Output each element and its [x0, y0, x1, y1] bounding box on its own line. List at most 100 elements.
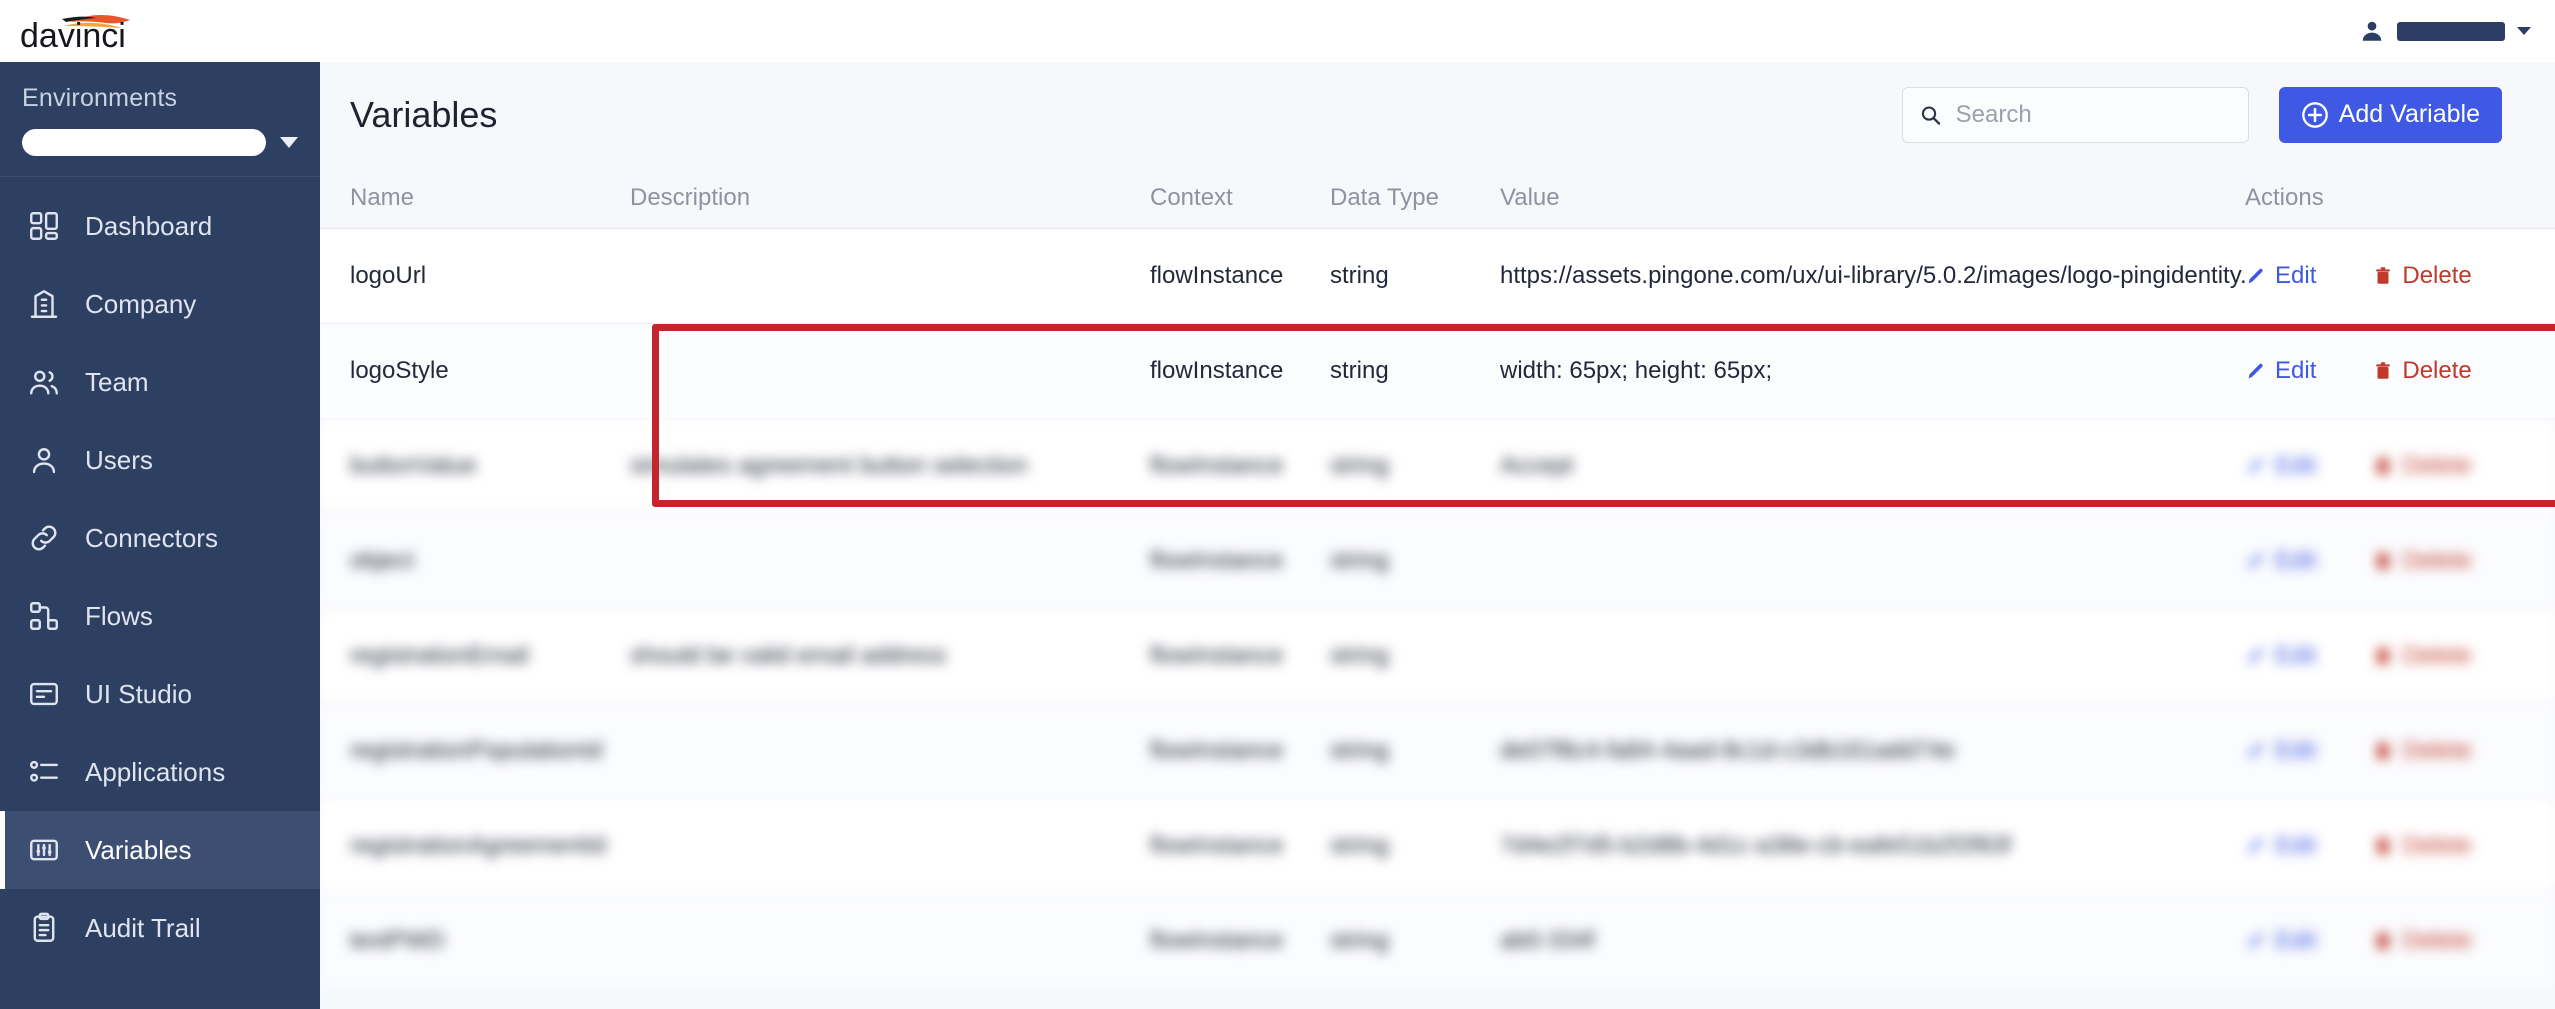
- sidebar-item-users[interactable]: Users: [0, 421, 320, 499]
- delete-label: Delete: [2402, 452, 2472, 479]
- delete-button[interactable]: Delete: [2372, 357, 2472, 385]
- sidebar-item-label: Company: [85, 288, 197, 319]
- column-header-context: Context: [1150, 183, 1233, 211]
- search-icon: [1921, 105, 1940, 125]
- cell-data-type: string: [1330, 927, 1389, 954]
- cell-actions: Edit Delete: [2245, 357, 2555, 385]
- trash-icon: [2376, 457, 2391, 474]
- trash-icon: [2376, 932, 2391, 949]
- chevron-down-icon[interactable]: [280, 137, 298, 148]
- cell-actions: Edit Delete: [2245, 832, 2555, 860]
- cell-data-type: string: [1330, 642, 1389, 669]
- cell-actions: Edit Delete: [2245, 642, 2555, 670]
- chevron-down-icon[interactable]: [2517, 27, 2531, 35]
- table-row[interactable]: registrationPopulationId flowInstance stri…: [320, 704, 2555, 799]
- sidebar-item-team[interactable]: Team: [0, 343, 320, 421]
- column-header-description: Description: [630, 183, 751, 211]
- cell-description: should be valid email address: [630, 642, 947, 669]
- cell-data-type: string: [1330, 832, 1389, 859]
- edit-button[interactable]: Edit: [2245, 357, 2316, 385]
- person-icon: [2362, 21, 2382, 41]
- search-input[interactable]: [1955, 100, 2232, 129]
- delete-label: Delete: [2402, 927, 2472, 954]
- sidebar-item-connectors[interactable]: Connectors: [0, 499, 320, 577]
- cell-context: flowInstance: [1150, 927, 1284, 954]
- pencil-icon: [2248, 933, 2263, 949]
- edit-label: Edit: [2275, 737, 2317, 764]
- edit-button[interactable]: Edit: [2245, 927, 2316, 955]
- sidebar-item-label: Users: [85, 444, 153, 475]
- table-row[interactable]: textPWD flowInstance string ab0-334f Edit Del…: [320, 894, 2555, 989]
- table-row[interactable]: registrationEmail should be valid email a…: [320, 609, 2555, 704]
- trash-icon: [2376, 837, 2391, 854]
- top-bar: davinci: [0, 0, 2555, 62]
- cell-name: logoStyle: [350, 357, 449, 384]
- environment-dropdown[interactable]: [22, 129, 266, 156]
- cell-name: registrationAgreementId: [350, 832, 607, 859]
- column-header-actions: Actions: [2245, 183, 2324, 211]
- edit-button[interactable]: Edit: [2245, 832, 2316, 860]
- column-header-data-type: Data Type: [1330, 183, 1439, 211]
- pencil-icon: [2248, 648, 2263, 664]
- delete-button[interactable]: Delete: [2372, 452, 2472, 480]
- pencil-icon: [2248, 838, 2263, 854]
- cell-context: flowInstance: [1150, 357, 1284, 384]
- delete-label: Delete: [2402, 262, 2472, 289]
- sidebar-item-flows[interactable]: Flows: [0, 577, 320, 655]
- cell-value: width: 65px; height: 65px;: [1500, 357, 1773, 384]
- table-row[interactable]: buttonValue simulates agreement button se…: [320, 419, 2555, 514]
- sidebar-item-company[interactable]: Company: [0, 265, 320, 343]
- sliders-icon: [30, 839, 58, 861]
- pencil-icon: [2248, 268, 2263, 284]
- edit-label: Edit: [2275, 642, 2317, 669]
- clipboard-icon: [33, 912, 55, 942]
- table-body: logoUrl flowInstance string https://assets.…: [320, 229, 2555, 989]
- trash-icon: [2376, 362, 2391, 379]
- table-row[interactable]: logoStyle flowInstance string width: 65px; …: [320, 324, 2555, 419]
- pencil-icon: [2248, 553, 2263, 569]
- edit-label: Edit: [2275, 547, 2317, 574]
- pencil-icon: [2248, 458, 2263, 474]
- edit-button[interactable]: Edit: [2245, 452, 2316, 480]
- edit-label: Edit: [2275, 927, 2317, 954]
- edit-button[interactable]: Edit: [2245, 642, 2316, 670]
- add-variable-button[interactable]: Add Variable: [2278, 86, 2502, 143]
- edit-button[interactable]: Edit: [2245, 737, 2316, 765]
- environment-selector[interactable]: Environments: [0, 62, 320, 176]
- delete-button[interactable]: Delete: [2372, 832, 2472, 860]
- sidebar-item-label: Connectors: [85, 522, 218, 553]
- cell-name: buttonValue: [350, 452, 477, 479]
- column-header-name: Name: [350, 183, 415, 211]
- cell-context: flowInstance: [1150, 832, 1284, 859]
- sidebar-item-applications[interactable]: Applications: [0, 733, 320, 811]
- sidebar-item-variables[interactable]: Variables: [0, 811, 320, 889]
- table-row[interactable]: object flowInstance string Edit Delete: [320, 514, 2555, 609]
- sidebar-item-audit-trail[interactable]: Audit Trail: [0, 889, 320, 967]
- plus-circle-icon: [2301, 101, 2328, 128]
- edit-button[interactable]: Edit: [2245, 262, 2316, 290]
- sidebar-item-label: Flows: [85, 600, 153, 631]
- delete-button[interactable]: Delete: [2372, 927, 2472, 955]
- table-row[interactable]: registrationAgreementId flowInstance strin…: [320, 799, 2555, 894]
- delete-button[interactable]: Delete: [2372, 262, 2472, 290]
- delete-button[interactable]: Delete: [2372, 547, 2472, 575]
- table-header-row: Name Description Context Data Type Value…: [320, 167, 2555, 229]
- cell-actions: Edit Delete: [2245, 452, 2555, 480]
- user-menu[interactable]: [2359, 18, 2555, 44]
- edit-button[interactable]: Edit: [2245, 547, 2316, 575]
- sidebar-item-ui-studio[interactable]: UI Studio: [0, 655, 320, 733]
- cell-value: https://assets.pingone.com/ux/ui-library…: [1500, 262, 2245, 289]
- column-header-value: Value: [1500, 183, 1560, 211]
- building-icon: [30, 290, 58, 318]
- search-box[interactable]: [1901, 86, 2249, 143]
- delete-button[interactable]: Delete: [2372, 642, 2472, 670]
- delete-button[interactable]: Delete: [2372, 737, 2472, 765]
- brand-logo[interactable]: davinci: [0, 11, 188, 51]
- table-row[interactable]: logoUrl flowInstance string https://assets.…: [320, 229, 2555, 324]
- cell-actions: Edit Delete: [2245, 737, 2555, 765]
- applications-icon: [30, 760, 58, 782]
- team-icon: [30, 370, 58, 395]
- sidebar-item-dashboard[interactable]: Dashboard: [0, 187, 320, 265]
- cell-data-type: string: [1330, 452, 1389, 479]
- cell-data-type: string: [1330, 737, 1389, 764]
